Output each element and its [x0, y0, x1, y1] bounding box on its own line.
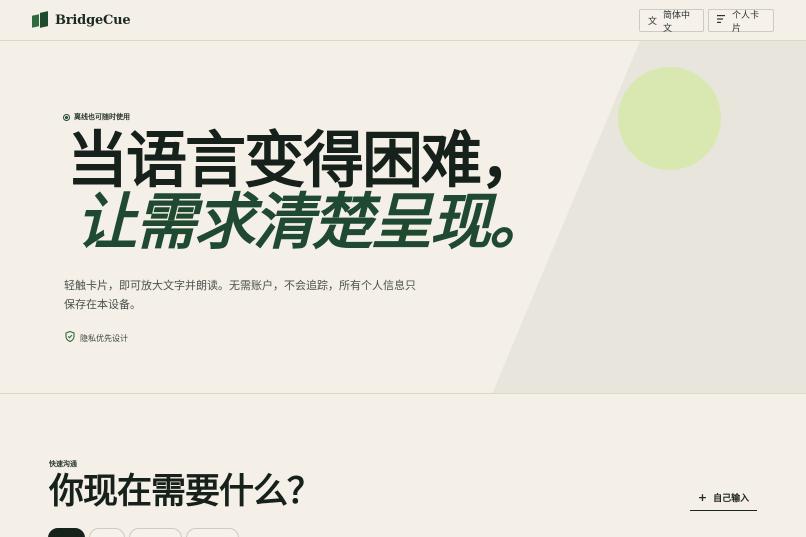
list-icon: [717, 15, 726, 26]
bridge-logo-icon: [32, 11, 48, 28]
language-label: 简体中文: [663, 10, 691, 34]
plus-icon: +: [697, 490, 708, 504]
section-divider: [0, 393, 806, 394]
translate-icon: 文: [648, 17, 658, 27]
brand-name: BridgeCue: [55, 12, 131, 28]
language-button[interactable]: 文 简体中文: [639, 9, 704, 34]
offline-badge-label: 离线也可随时使用: [74, 113, 130, 121]
own-input-label: 自己输入: [713, 493, 750, 504]
privacy-note: 隐私优先设计: [65, 330, 128, 345]
hero-title-line2: 让需求清楚呈现。: [76, 187, 550, 258]
top-bar: BridgeCue 文 简体中文 个人卡片: [0, 0, 806, 41]
decorative-circle: [618, 67, 721, 170]
category-tab[interactable]: [129, 528, 182, 537]
category-tab-active[interactable]: [48, 528, 85, 537]
shield-check-icon: [65, 330, 75, 345]
status-dot-icon: [63, 113, 70, 121]
personal-card-button[interactable]: 个人卡片: [708, 9, 774, 34]
hero-description: 轻触卡片，即可放大文字并朗读。无需账户，不会追踪，所有个人信息只保存在本设备。: [64, 279, 416, 311]
brand-logo[interactable]: BridgeCue: [32, 11, 131, 28]
hero-title-line1: 当语言变得困难，: [67, 125, 541, 196]
own-input-button[interactable]: + 自己输入: [690, 484, 757, 511]
section-title: 你现在需要什么？: [49, 471, 322, 512]
personal-card-label: 个人卡片: [732, 10, 760, 34]
section-kicker: 快速沟通: [49, 460, 77, 468]
privacy-label: 隐私优先设计: [80, 333, 128, 343]
offline-badge: 离线也可随时使用: [63, 112, 130, 122]
category-tab[interactable]: [89, 528, 125, 537]
category-tab[interactable]: [186, 528, 239, 537]
